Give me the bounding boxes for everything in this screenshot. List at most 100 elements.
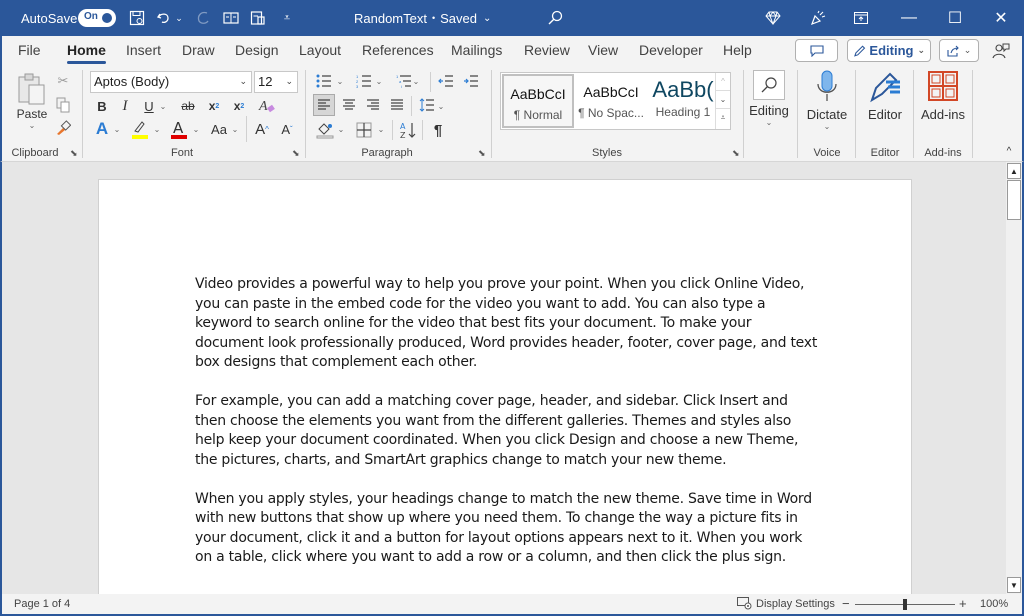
scroll-thumb[interactable] xyxy=(1007,180,1021,220)
align-right-button[interactable] xyxy=(362,94,384,116)
page-info[interactable]: Page 1 of 4 xyxy=(14,598,70,610)
style-normal[interactable]: AaBbCcI ¶ Normal xyxy=(502,74,574,128)
borders-icon[interactable] xyxy=(353,119,375,141)
tab-design[interactable]: Design xyxy=(235,42,279,58)
document-body[interactable]: Video provides a powerful way to help yo… xyxy=(195,275,835,587)
highlight-color-icon[interactable] xyxy=(130,118,150,140)
sort-icon[interactable]: AZ xyxy=(397,119,419,141)
tab-file[interactable]: File xyxy=(18,42,41,58)
coauthor-icon[interactable] xyxy=(990,40,1012,62)
tab-home[interactable]: Home xyxy=(67,42,106,64)
align-left-button[interactable] xyxy=(313,94,335,116)
align-center-button[interactable] xyxy=(338,94,360,116)
shrink-font-icon[interactable]: Aˇ xyxy=(277,119,297,139)
autosave-toggle[interactable]: On xyxy=(78,0,116,36)
chevron-down-icon[interactable]: ⌄ xyxy=(112,119,122,139)
font-size-box[interactable]: 12 ⌄ xyxy=(254,71,298,93)
justify-button[interactable] xyxy=(386,94,408,116)
style-no-spacing[interactable]: AaBbCcI ¶ No Spac... xyxy=(575,74,647,128)
font-color-icon[interactable]: A xyxy=(169,118,189,140)
reading-view-icon[interactable] xyxy=(220,0,242,36)
chevron-down-icon[interactable]: ⌄ xyxy=(411,72,421,90)
bold-button[interactable]: B xyxy=(92,96,112,116)
tab-review[interactable]: Review xyxy=(524,42,570,58)
close-button[interactable]: ✕ xyxy=(978,0,1024,36)
bullets-icon[interactable] xyxy=(314,72,334,90)
tab-layout[interactable]: Layout xyxy=(299,42,341,58)
text-effects-icon[interactable]: A xyxy=(92,119,112,139)
chevron-down-icon[interactable]: ⌄ xyxy=(376,119,386,139)
editing-button[interactable]: Editing ⌄ xyxy=(748,70,790,140)
addins-button[interactable]: Add-ins xyxy=(917,70,969,140)
search-icon[interactable] xyxy=(544,0,566,36)
shading-icon[interactable] xyxy=(314,119,336,141)
paragraph-launcher-icon[interactable]: ⬊ xyxy=(478,148,486,159)
chevron-down-icon[interactable]: ⌄ xyxy=(191,119,201,139)
dictate-button[interactable]: Dictate ⌄ xyxy=(802,70,852,140)
clipboard-launcher-icon[interactable]: ⬊ xyxy=(70,148,78,159)
collapse-ribbon-icon[interactable]: ^ xyxy=(1002,144,1016,158)
tab-view[interactable]: View xyxy=(588,42,618,58)
tab-help[interactable]: Help xyxy=(723,42,752,58)
line-spacing-icon[interactable] xyxy=(416,94,438,116)
scroll-down-icon[interactable]: ▼ xyxy=(1007,577,1021,593)
paste-button[interactable]: Paste ⌄ xyxy=(10,72,54,138)
minimize-button[interactable]: — xyxy=(886,0,932,36)
gallery-down-icon[interactable]: ⌄ xyxy=(716,91,730,109)
chevron-down-icon[interactable]: ⌄ xyxy=(335,72,345,90)
font-launcher-icon[interactable]: ⬊ xyxy=(292,148,300,159)
ribbon-display-icon[interactable] xyxy=(850,0,872,36)
designer-icon[interactable] xyxy=(807,0,829,36)
redo-icon[interactable] xyxy=(192,0,214,36)
font-name-box[interactable]: Aptos (Body) ⌄ xyxy=(90,71,252,93)
customize-qat-icon[interactable]: ⩡ xyxy=(276,0,298,36)
zoom-out-button[interactable]: − xyxy=(842,596,850,611)
maximize-button[interactable]: ☐ xyxy=(932,0,978,36)
increase-indent-icon[interactable] xyxy=(461,72,481,90)
tab-insert[interactable]: Insert xyxy=(126,42,161,58)
editing-mode-button[interactable]: Editing ⌄ xyxy=(847,39,931,62)
copy-icon[interactable] xyxy=(54,96,72,114)
chevron-down-icon[interactable]: ⌄ xyxy=(374,72,384,90)
superscript-button[interactable]: x2 xyxy=(229,96,249,116)
tab-mailings[interactable]: Mailings xyxy=(451,42,502,58)
chevron-down-icon[interactable]: ⌄ xyxy=(152,119,162,139)
premium-diamond-icon[interactable] xyxy=(762,0,784,36)
strikethrough-button[interactable]: ab xyxy=(177,96,199,116)
decrease-indent-icon[interactable] xyxy=(436,72,456,90)
zoom-in-button[interactable]: + xyxy=(959,596,967,611)
numbering-icon[interactable]: 123 xyxy=(354,72,374,90)
scroll-up-icon[interactable]: ▲ xyxy=(1007,163,1021,179)
grow-font-icon[interactable]: A ^ xyxy=(252,119,272,139)
gallery-up-icon[interactable]: ^ xyxy=(716,73,730,91)
chevron-down-icon[interactable]: ⌄ xyxy=(436,96,446,116)
save-icon[interactable] xyxy=(126,0,148,36)
style-heading-1[interactable]: AaBb( Heading 1 xyxy=(647,74,719,128)
zoom-level[interactable]: 100% xyxy=(980,598,1008,610)
form-icon[interactable] xyxy=(247,0,269,36)
document-title-area[interactable]: RandomText • Saved ⌄ xyxy=(354,0,491,36)
subscript-button[interactable]: x2 xyxy=(204,96,224,116)
gallery-more-icon[interactable]: ⩡ xyxy=(716,109,730,127)
show-formatting-marks-icon[interactable]: ¶ xyxy=(427,119,449,141)
zoom-slider-thumb[interactable] xyxy=(903,599,907,610)
tab-developer[interactable]: Developer xyxy=(639,42,703,58)
editor-button[interactable]: Editor xyxy=(860,70,910,140)
styles-launcher-icon[interactable]: ⬊ xyxy=(732,148,740,159)
chevron-down-icon[interactable]: ⌄ xyxy=(336,119,346,139)
format-painter-icon[interactable] xyxy=(54,119,72,137)
tab-draw[interactable]: Draw xyxy=(182,42,215,58)
change-case-button[interactable]: Aa xyxy=(207,119,231,139)
underline-button[interactable]: U xyxy=(139,96,159,116)
tab-references[interactable]: References xyxy=(362,42,434,58)
document-page[interactable]: Video provides a powerful way to help yo… xyxy=(98,179,912,599)
share-button[interactable]: ⌄ xyxy=(939,39,979,62)
cut-icon[interactable]: ✂ xyxy=(54,72,72,90)
chevron-down-icon[interactable]: ⌄ xyxy=(230,119,240,139)
vertical-scrollbar[interactable]: ▲ ▼ xyxy=(1006,162,1022,594)
underline-dropdown-icon[interactable]: ⌄ xyxy=(158,96,168,116)
italic-button[interactable]: I xyxy=(115,96,135,116)
display-settings-button[interactable]: Display Settings xyxy=(737,597,835,610)
clear-formatting-icon[interactable]: A xyxy=(256,96,278,116)
undo-dropdown-icon[interactable]: ⌄ xyxy=(172,0,186,36)
